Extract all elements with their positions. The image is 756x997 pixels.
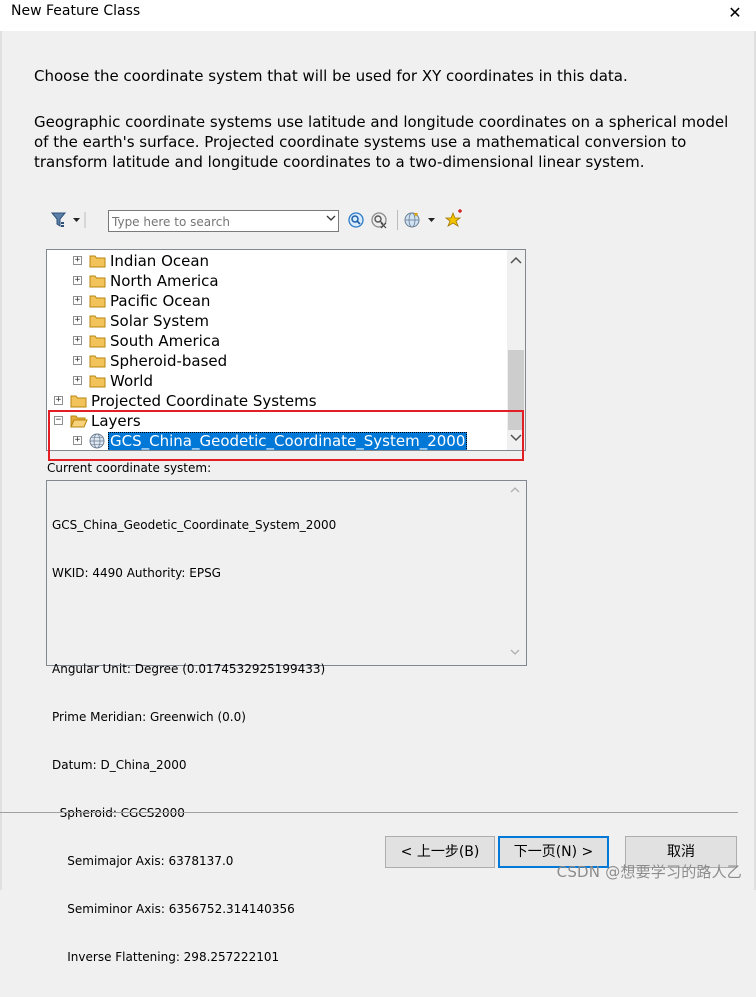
folder-icon — [89, 293, 106, 312]
tree-item-label: World — [110, 372, 153, 390]
detail-line: GCS_China_Geodetic_Coordinate_System_200… — [52, 518, 337, 532]
folder-icon — [89, 353, 106, 372]
title-bar: New Feature Class ✕ — [0, 0, 756, 31]
detail-line: Datum: D_China_2000 — [52, 758, 187, 772]
search-input[interactable] — [112, 213, 317, 231]
tree-item-label: Pacific Ocean — [110, 292, 211, 310]
highlight-annotation-box — [48, 410, 524, 461]
scroll-up-icon[interactable] — [507, 250, 525, 270]
scroll-down-icon — [510, 648, 520, 659]
back-button[interactable]: < 上一步(B) — [385, 836, 495, 868]
expand-icon[interactable]: + — [54, 396, 63, 405]
folder-icon — [89, 253, 106, 272]
tree-item-label: South America — [110, 332, 221, 350]
favorite-star-icon[interactable] — [444, 209, 464, 231]
globe-add-icon[interactable] — [403, 209, 441, 231]
window-border-left — [0, 31, 2, 890]
chevron-down-icon[interactable] — [326, 214, 336, 225]
expand-icon[interactable]: + — [73, 276, 82, 285]
toolbar-separator — [397, 210, 398, 230]
detail-line: Prime Meridian: Greenwich (0.0) — [52, 710, 246, 724]
toolbar — [48, 209, 518, 233]
close-icon[interactable]: ✕ — [722, 2, 748, 26]
expand-icon[interactable]: + — [73, 296, 82, 305]
expand-icon[interactable]: + — [73, 356, 82, 365]
window-title: New Feature Class — [11, 3, 141, 19]
detail-line: Inverse Flattening: 298.257222101 — [52, 950, 280, 964]
detail-line: WKID: 4490 Authority: EPSG — [52, 566, 221, 580]
scroll-up-icon — [510, 485, 520, 496]
expand-icon[interactable]: + — [73, 256, 82, 265]
detail-line: Semiminor Axis: 6356752.314140356 — [52, 902, 295, 916]
tree-item-label: Indian Ocean — [110, 252, 210, 270]
detail-line: Angular Unit: Degree (0.0174532925199433… — [52, 662, 326, 676]
tree-item-label: Solar System — [110, 312, 209, 330]
expand-icon[interactable]: + — [73, 336, 82, 345]
coordinate-system-details: GCS_China_Geodetic_Coordinate_System_200… — [46, 480, 527, 964]
tree-item-label: Spheroid-based — [110, 352, 228, 370]
expand-icon[interactable]: + — [73, 376, 82, 385]
detail-line: Spheroid: CGCS2000 — [52, 806, 185, 820]
tree-item-label: North America — [110, 272, 219, 290]
watermark: CSDN @想要学习的路人乙 — [556, 863, 742, 881]
details-text: GCS_China_Geodetic_Coordinate_System_200… — [52, 485, 336, 997]
current-coordinate-system-label: Current coordinate system: — [47, 461, 212, 475]
search-icon[interactable] — [347, 209, 367, 231]
folder-icon — [89, 273, 106, 292]
folder-icon — [89, 373, 106, 392]
footer-divider — [0, 812, 738, 813]
tree-item-label: Projected Coordinate Systems — [91, 392, 317, 410]
detail-line: Semimajor Axis: 6378137.0 — [52, 854, 234, 868]
description-text: Geographic coordinate systems use latitu… — [34, 113, 729, 171]
filter-icon[interactable] — [48, 209, 86, 231]
clear-search-icon[interactable] — [370, 209, 390, 231]
expand-icon[interactable]: + — [73, 316, 82, 325]
intro-text: Choose the coordinate system that will b… — [34, 67, 628, 85]
folder-icon — [89, 333, 106, 352]
search-box[interactable] — [108, 210, 339, 232]
folder-icon — [89, 313, 106, 332]
detail-line — [52, 613, 336, 629]
